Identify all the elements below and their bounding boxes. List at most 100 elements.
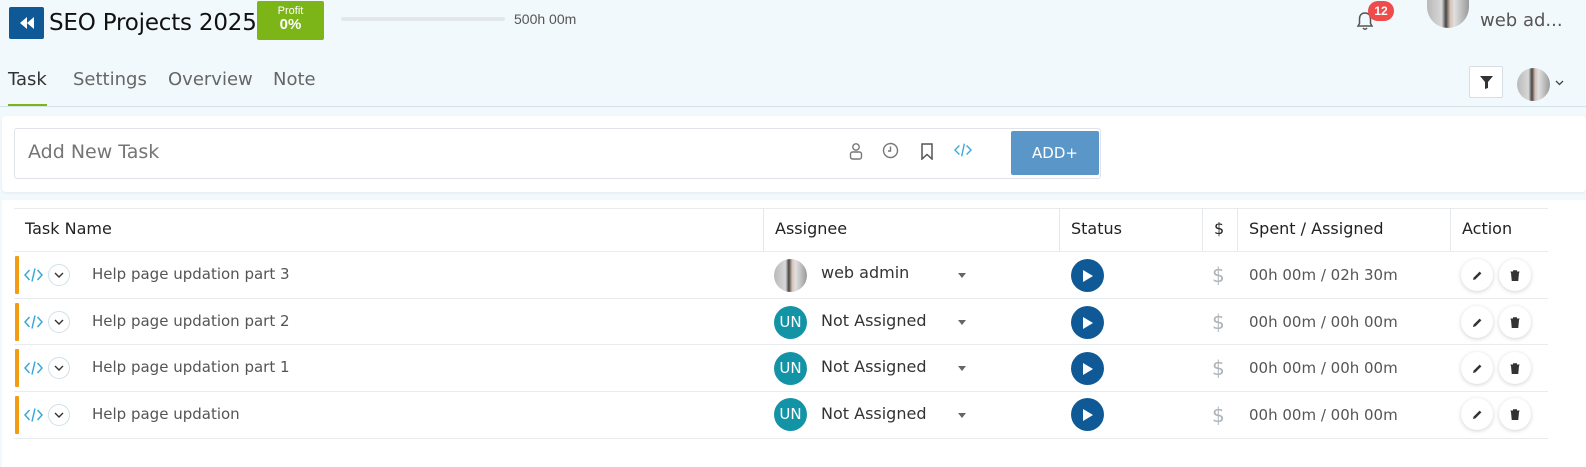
edit-button[interactable] xyxy=(1461,259,1493,291)
row-divider xyxy=(14,438,1548,439)
col-header-spent-assigned: Spent / Assigned xyxy=(1249,219,1384,238)
tab-task[interactable]: Task xyxy=(8,69,47,106)
assignee-dropdown-caret[interactable] xyxy=(958,413,966,418)
tab-overview[interactable]: Overview xyxy=(168,69,253,104)
spent-assigned: 00h 00m / 00h 00m xyxy=(1249,359,1398,377)
assignee-initials-avatar: UN xyxy=(774,352,807,385)
clock-icon xyxy=(882,142,898,158)
start-timer-button[interactable] xyxy=(1071,306,1104,339)
tab-note[interactable]: Note xyxy=(273,69,316,104)
edit-button[interactable] xyxy=(1461,398,1493,430)
billable-icon[interactable]: $ xyxy=(1212,356,1225,380)
code-icon[interactable] xyxy=(24,268,43,282)
add-task-button[interactable]: ADD+ xyxy=(1011,131,1099,175)
expand-row-button[interactable] xyxy=(48,311,70,333)
delete-button[interactable] xyxy=(1499,259,1531,291)
user-avatar[interactable] xyxy=(1427,0,1469,28)
spent-assigned: 00h 00m / 00h 00m xyxy=(1249,313,1398,331)
task-name[interactable]: Help page updation xyxy=(92,405,240,423)
billable-icon[interactable]: $ xyxy=(1212,310,1225,334)
assignee-name[interactable]: Not Assigned xyxy=(821,311,926,330)
table-top-border xyxy=(14,208,1548,209)
back-button[interactable] xyxy=(9,7,44,39)
tabs-divider xyxy=(0,106,1586,107)
trash-icon xyxy=(1510,269,1520,281)
edit-button[interactable] xyxy=(1461,306,1493,338)
assignee-dropdown-caret[interactable] xyxy=(958,320,966,325)
double-chevron-left-icon xyxy=(19,17,34,29)
assignee-initials-avatar: UN xyxy=(774,306,807,339)
member-avatar-dropdown[interactable] xyxy=(1517,68,1550,101)
col-header-task-name: Task Name xyxy=(25,219,112,238)
expand-row-button[interactable] xyxy=(48,357,70,379)
bookmark-button[interactable] xyxy=(918,142,936,160)
column-divider xyxy=(1202,208,1203,252)
start-timer-button[interactable] xyxy=(1071,259,1104,292)
notification-count-badge: 12 xyxy=(1368,1,1394,21)
chevron-down-icon xyxy=(54,319,64,325)
spent-assigned: 00h 00m / 00h 00m xyxy=(1249,406,1398,424)
priority-bar xyxy=(15,349,19,387)
task-name[interactable]: Help page updation part 3 xyxy=(92,265,290,283)
code-button[interactable] xyxy=(954,141,972,159)
top-bar: SEO Projects 2025 Profit 0% 500h 00m 12 … xyxy=(0,0,1586,50)
user-name[interactable]: web ad... xyxy=(1480,10,1563,31)
assignee-dropdown-caret[interactable] xyxy=(958,273,966,278)
play-icon xyxy=(1083,316,1093,329)
row-divider xyxy=(14,344,1548,345)
expand-row-button[interactable] xyxy=(48,264,70,286)
header-row-border xyxy=(14,251,1548,252)
filter-button[interactable] xyxy=(1469,66,1503,98)
pencil-icon xyxy=(1472,318,1481,327)
task-name[interactable]: Help page updation part 2 xyxy=(92,312,290,330)
pencil-icon xyxy=(1472,410,1481,419)
delete-button[interactable] xyxy=(1499,398,1531,430)
col-header-action: Action xyxy=(1462,219,1513,238)
profit-badge: Profit 0% xyxy=(257,1,324,40)
billable-icon[interactable]: $ xyxy=(1212,403,1225,427)
code-icon xyxy=(954,143,972,157)
task-name[interactable]: Help page updation part 1 xyxy=(92,358,290,376)
assignee-name[interactable]: Not Assigned xyxy=(821,357,926,376)
start-timer-button[interactable] xyxy=(1071,398,1104,431)
user-icon xyxy=(849,143,863,160)
billable-icon[interactable]: $ xyxy=(1212,263,1225,287)
priority-bar xyxy=(15,256,19,294)
code-icon[interactable] xyxy=(24,361,43,375)
col-header-assignee: Assignee xyxy=(775,219,848,238)
profit-value: 0% xyxy=(279,16,302,33)
hours-progress-bar xyxy=(341,17,505,21)
code-icon[interactable] xyxy=(24,408,43,422)
delete-button[interactable] xyxy=(1499,306,1531,338)
set-time-button[interactable] xyxy=(881,141,899,159)
column-divider xyxy=(763,208,764,252)
chevron-down-icon xyxy=(54,412,64,418)
assignee-name[interactable]: web admin xyxy=(821,263,909,282)
pencil-icon xyxy=(1472,364,1481,373)
assignee-initials-avatar: UN xyxy=(774,398,807,431)
trash-icon xyxy=(1510,408,1520,420)
col-header-status: Status xyxy=(1071,219,1122,238)
start-timer-button[interactable] xyxy=(1071,352,1104,385)
bookmark-icon xyxy=(921,142,933,160)
code-icon[interactable] xyxy=(24,315,43,329)
row-divider xyxy=(14,298,1548,299)
project-title: SEO Projects 2025 xyxy=(49,10,257,36)
expand-row-button[interactable] xyxy=(48,404,70,426)
assignee-name[interactable]: Not Assigned xyxy=(821,404,926,423)
total-hours: 500h 00m xyxy=(514,11,577,27)
chevron-down-icon xyxy=(54,365,64,371)
delete-button[interactable] xyxy=(1499,352,1531,384)
pencil-icon xyxy=(1472,271,1481,280)
play-icon xyxy=(1083,408,1093,421)
assignee-avatar xyxy=(774,259,807,292)
add-task-input[interactable] xyxy=(28,141,588,163)
spent-assigned: 00h 00m / 02h 30m xyxy=(1249,266,1398,284)
filter-icon xyxy=(1479,75,1493,89)
priority-bar xyxy=(15,396,19,434)
assignee-dropdown-caret[interactable] xyxy=(958,366,966,371)
assign-user-button[interactable] xyxy=(847,142,865,160)
chevron-down-icon[interactable] xyxy=(1555,80,1564,86)
tab-settings[interactable]: Settings xyxy=(73,69,147,104)
edit-button[interactable] xyxy=(1461,352,1493,384)
